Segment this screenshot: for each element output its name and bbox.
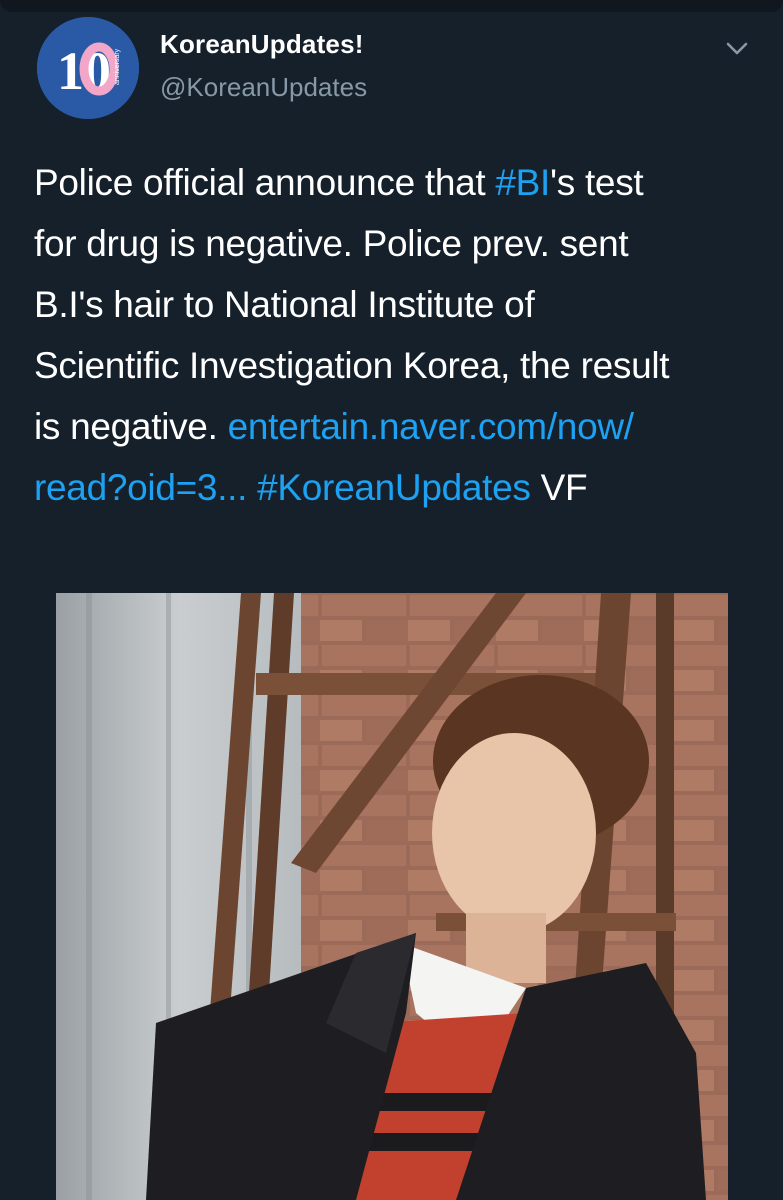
chevron-down-icon[interactable]	[720, 34, 754, 64]
tweet-text-segment: Scientific Investigation Korea, the resu…	[34, 345, 670, 386]
tweet-screen: 10 anniversary KoreanUpdates! @KoreanUpd…	[0, 0, 783, 1200]
tweet-text-segment: for drug is negative. Police prev. sent	[34, 223, 629, 264]
tweet-text-segment: B.I's hair to National Institute of	[34, 284, 535, 325]
tweet-text: Police official announce that #BI's test…	[34, 152, 764, 518]
tweet-text-segment: is negative.	[34, 406, 228, 447]
tweet-line: B.I's hair to National Institute of	[34, 274, 764, 335]
tweet-text-segment	[247, 467, 257, 508]
url-link[interactable]: read?oid=3...	[34, 467, 247, 508]
tweet-text-segment: Police official announce that	[34, 162, 496, 203]
tweet-photo[interactable]	[56, 593, 728, 1200]
user-handle[interactable]: @KoreanUpdates	[160, 72, 367, 103]
tweet-line: Police official announce that #BI's test	[34, 152, 764, 213]
hashtag-link[interactable]: #KoreanUpdates	[257, 467, 531, 508]
tweet-line: is negative. entertain.naver.com/now/	[34, 396, 764, 457]
avatar[interactable]: 10 anniversary	[37, 17, 139, 119]
previous-tweet-edge	[0, 0, 783, 12]
tweet-line: read?oid=3... #KoreanUpdates VF	[34, 457, 764, 518]
tweet-line: Scientific Investigation Korea, the resu…	[34, 335, 764, 396]
tweet-text-segment: 's test	[550, 162, 644, 203]
tweet-text-segment: VF	[530, 467, 588, 508]
avatar-small-text: anniversary	[114, 48, 121, 85]
url-link[interactable]: entertain.naver.com/now/	[228, 406, 635, 447]
tweet-line: for drug is negative. Police prev. sent	[34, 213, 764, 274]
display-name[interactable]: KoreanUpdates!	[160, 29, 364, 60]
hashtag-link[interactable]: #BI	[495, 162, 550, 203]
